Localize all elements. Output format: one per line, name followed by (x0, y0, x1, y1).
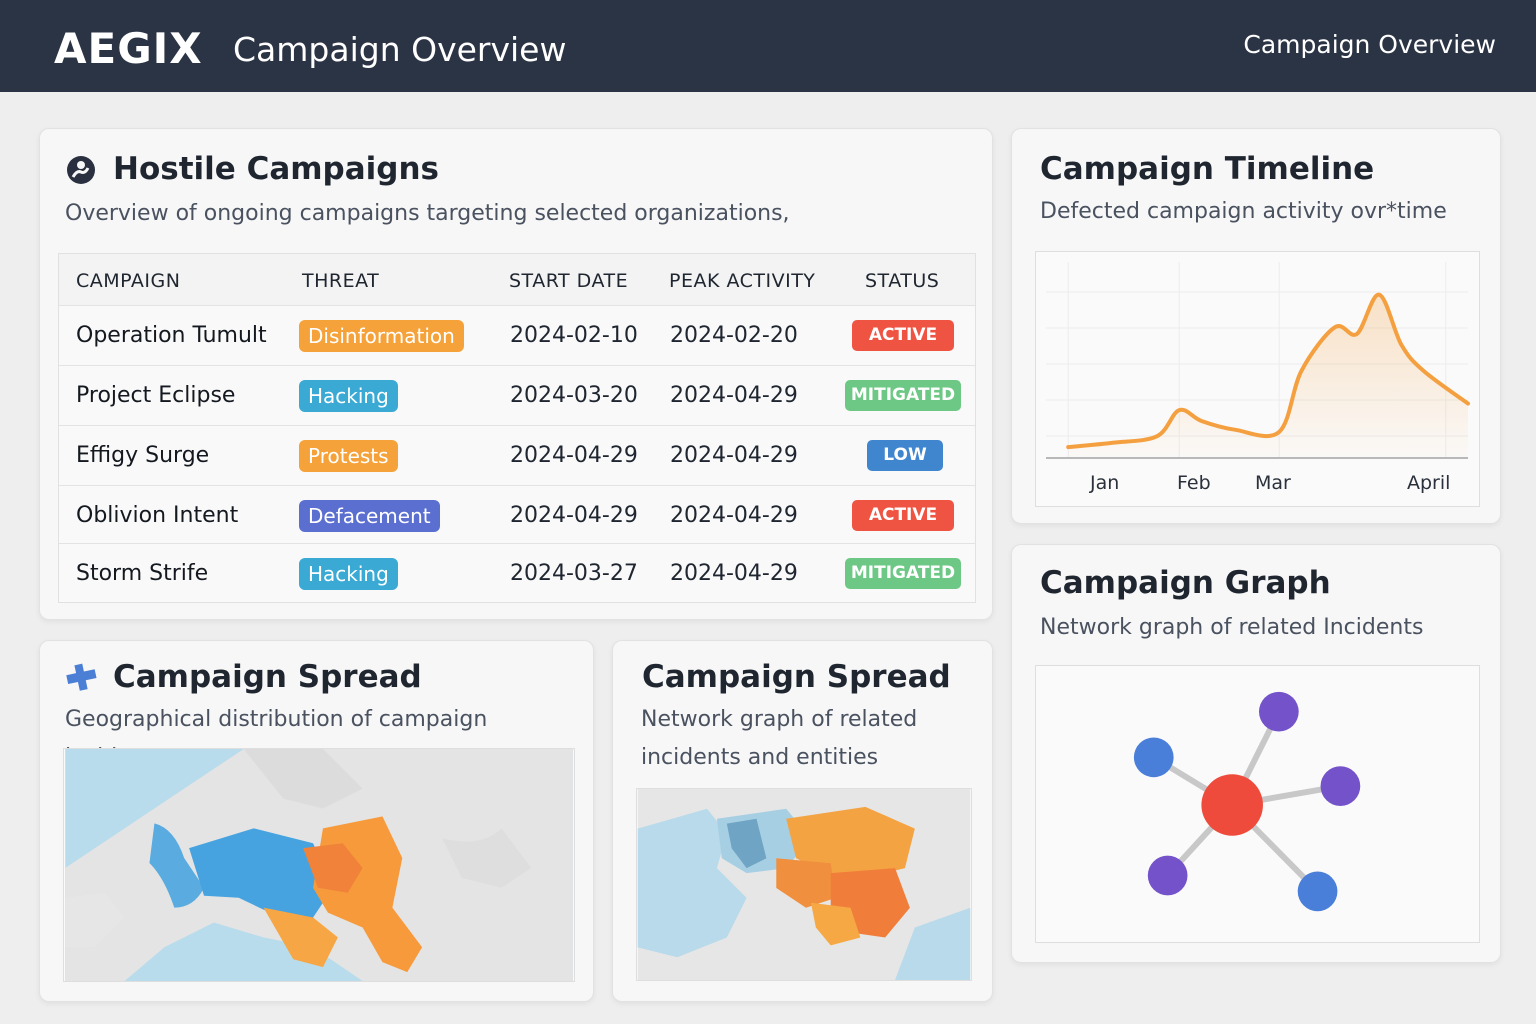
graph-node-center (1201, 774, 1263, 836)
timeline-chart-panel: Jan Feb Mar April (1035, 251, 1480, 507)
campaign-name: Oblivion Intent (76, 503, 239, 528)
threat-badge: Disinformation (299, 320, 464, 352)
status-badge: ACTIVE (852, 320, 954, 351)
table-row[interactable]: Operation Tumult Disinformation 2024-02-… (59, 306, 975, 366)
col-peak-activity[interactable]: PEAK ACTIVITY (669, 270, 815, 292)
incident-network-graph[interactable] (1035, 665, 1480, 943)
hostile-campaigns-subtitle: Overview of ongoing campaigns targeting … (65, 201, 790, 226)
status-badge: ACTIVE (852, 500, 954, 531)
graph-node (1320, 766, 1361, 806)
spread-region-map[interactable] (636, 788, 972, 981)
table-row[interactable]: Oblivion Intent Defacement 2024-04-29 20… (59, 486, 975, 544)
col-threat[interactable]: THREAT (302, 270, 379, 292)
campaign-graph-subtitle: Network graph of related Incidents (1040, 615, 1424, 640)
status-badge: LOW (867, 440, 943, 471)
campaign-graph-card: Campaign Graph Network graph of related … (1011, 544, 1501, 963)
table-header: CAMPAIGN THREAT START DATE PEAK ACTIVITY… (59, 254, 975, 306)
puzzle-icon (66, 663, 97, 691)
start-date: 2024-04-29 (510, 503, 638, 528)
graph-node (1258, 691, 1299, 732)
peak-activity: 2024-04-29 (670, 503, 798, 528)
campaign-spread-map-card: Campaign Spread Geographical distributio… (39, 640, 594, 1002)
start-date: 2024-03-20 (510, 383, 638, 408)
campaign-spread-graph-title: Campaign Spread (642, 659, 951, 695)
brand-logo[interactable]: AEGIX (54, 24, 203, 73)
x-tick-label: Feb (1177, 472, 1211, 494)
app-header: AEGIX Campaign Overview Campaign Overvie… (0, 0, 1536, 92)
campaign-graph-title: Campaign Graph (1040, 565, 1331, 601)
campaign-name: Effigy Surge (76, 443, 210, 468)
peak-activity: 2024-04-29 (670, 443, 798, 468)
campaign-spread-graph-card: Campaign Spread Network graph of related… (612, 640, 993, 1002)
campaigns-table: CAMPAIGN THREAT START DATE PEAK ACTIVITY… (58, 253, 976, 603)
table-row[interactable]: Project Eclipse Hacking 2024-03-20 2024-… (59, 366, 975, 426)
timeline-area (1068, 294, 1468, 458)
campaign-spread-map-title: Campaign Spread (113, 659, 422, 695)
timeline-chart[interactable] (1036, 252, 1479, 506)
status-badge: MITIGATED (845, 380, 961, 411)
start-date: 2024-03-27 (510, 561, 638, 586)
campaign-timeline-card: Campaign Timeline Defected campaign acti… (1011, 128, 1501, 524)
campaign-name: Project Eclipse (76, 383, 236, 408)
geo-distribution-map[interactable] (63, 748, 575, 982)
table-row[interactable]: Storm Strife Hacking 2024-03-27 2024-04-… (59, 544, 975, 602)
x-tick-label: Mar (1255, 472, 1291, 494)
status-badge: MITIGATED (845, 558, 961, 589)
peak-activity: 2024-04-29 (670, 561, 798, 586)
graph-node (1133, 737, 1174, 778)
campaign-name: Storm Strife (76, 561, 209, 586)
threat-badge: Protests (299, 440, 398, 472)
threat-badge: Defacement (299, 500, 440, 532)
x-tick-label: April (1407, 472, 1451, 494)
hostile-globe-icon (67, 156, 95, 184)
campaign-spread-graph-subtitle-line2: incidents and entities (641, 745, 879, 770)
header-nav-campaign-overview[interactable]: Campaign Overview (1243, 30, 1496, 59)
threat-badge: Hacking (299, 558, 398, 590)
campaign-timeline-title: Campaign Timeline (1040, 151, 1375, 187)
peak-activity: 2024-04-29 (670, 383, 798, 408)
col-status[interactable]: STATUS (865, 270, 939, 292)
peak-activity: 2024-02-20 (670, 323, 798, 348)
campaign-name: Operation Tumult (76, 323, 267, 348)
col-campaign[interactable]: CAMPAIGN (76, 270, 180, 292)
graph-node (1297, 871, 1338, 912)
page-title: Campaign Overview (233, 30, 567, 69)
table-row[interactable]: Effigy Surge Protests 2024-04-29 2024-04… (59, 426, 975, 486)
col-start-date[interactable]: START DATE (509, 270, 628, 292)
threat-badge: Hacking (299, 380, 398, 412)
campaign-timeline-subtitle: Defected campaign activity ovr*time (1040, 199, 1447, 224)
graph-node (1147, 855, 1188, 896)
start-date: 2024-02-10 (510, 323, 638, 348)
hostile-campaigns-card: Hostile Campaigns Overview of ongoing ca… (39, 128, 993, 620)
x-tick-label: Jan (1090, 472, 1120, 494)
hostile-campaigns-title: Hostile Campaigns (113, 151, 439, 187)
campaign-spread-graph-subtitle-line1: Network graph of related (641, 707, 918, 732)
start-date: 2024-04-29 (510, 443, 638, 468)
